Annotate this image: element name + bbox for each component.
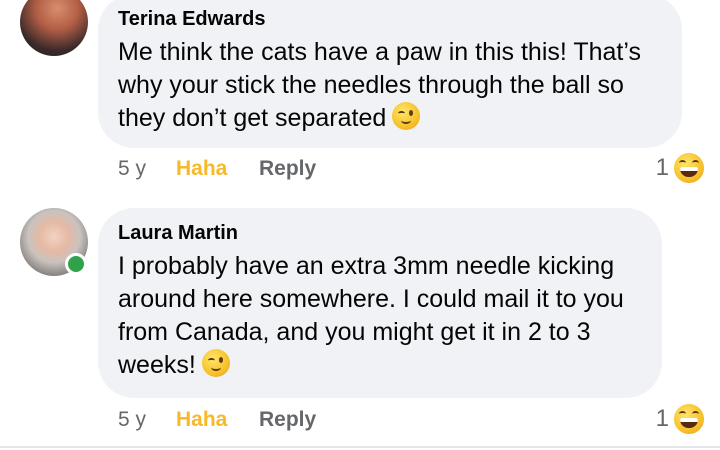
comment-age[interactable]: 5 y <box>118 157 176 181</box>
avatar[interactable] <box>20 0 88 56</box>
comment-actions: 5 y Haha Reply <box>118 408 316 432</box>
comment-actions: 5 y Haha Reply <box>118 157 316 181</box>
reaction-summary[interactable]: 1 <box>656 402 706 436</box>
laughing-face-icon <box>672 402 706 436</box>
reply-button[interactable]: Reply <box>259 408 316 432</box>
reply-button[interactable]: Reply <box>259 157 316 181</box>
haha-reaction-button[interactable]: Haha <box>176 408 259 432</box>
reaction-count: 1 <box>655 405 669 432</box>
comment-bubble: Terina Edwards Me think the cats have a … <box>98 0 682 148</box>
comment-text: I probably have an extra 3mm needle kick… <box>118 252 624 379</box>
comment-age[interactable]: 5 y <box>118 408 176 432</box>
reaction-count: 1 <box>655 154 669 181</box>
haha-reaction-button[interactable]: Haha <box>176 157 259 181</box>
comment-author[interactable]: Laura Martin <box>118 220 640 246</box>
comment-author[interactable]: Terina Edwards <box>118 6 660 32</box>
winking-face-icon <box>392 102 421 130</box>
comment-thread: Terina Edwards Me think the cats have a … <box>0 0 720 450</box>
avatar[interactable] <box>20 208 88 276</box>
comment-text: Me think the cats have a paw in this thi… <box>118 38 641 132</box>
divider <box>0 446 720 448</box>
winking-face-icon <box>201 349 230 377</box>
laughing-face-icon <box>672 151 706 185</box>
online-status-indicator <box>65 253 87 275</box>
comment-bubble: Laura Martin I probably have an extra 3m… <box>98 208 662 398</box>
reaction-summary[interactable]: 1 <box>656 151 706 185</box>
